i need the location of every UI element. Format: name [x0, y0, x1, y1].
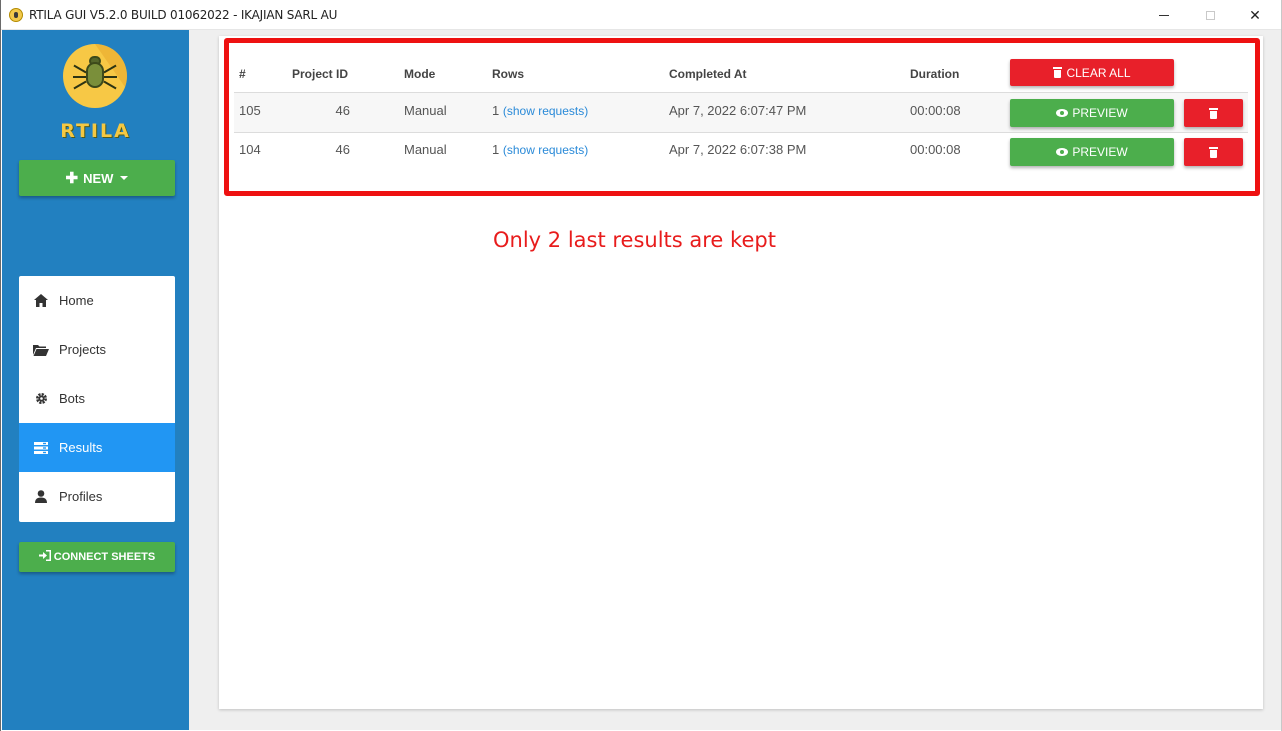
annotation-text: Only 2 last results are kept: [493, 228, 776, 252]
window-title: RTILA GUI V5.2.0 BUILD 01062022 - IKAJIA…: [29, 8, 338, 22]
user-icon: [33, 490, 49, 504]
sidebar-item-results[interactable]: Results: [19, 423, 175, 472]
maximize-icon: [1205, 10, 1215, 20]
highlight-box: [224, 38, 1260, 196]
sidebar-item-label: Home: [59, 293, 94, 308]
close-button[interactable]: ✕: [1232, 0, 1278, 30]
sidebar-item-label: Bots: [59, 391, 86, 406]
plus-icon: ✚: [65, 169, 79, 187]
spider-leg: [73, 80, 87, 90]
new-button-label: NEW: [83, 170, 114, 186]
sidebar-item-label: Profiles: [59, 489, 103, 504]
home-icon: [33, 294, 49, 308]
caret-down-icon: [120, 176, 129, 180]
connect-sheets-label: CONNECT SHEETS: [53, 551, 156, 563]
sidebar: RTILA ✚ NEW Home Projects Bots Results P…: [2, 30, 189, 730]
spider-leg: [73, 76, 87, 78]
results-icon: [33, 441, 49, 455]
spider-leg: [103, 64, 117, 74]
connect-sheets-button[interactable]: CONNECT SHEETS: [19, 542, 175, 572]
sign-in-icon: [38, 550, 51, 564]
logo-text: RTILA: [60, 120, 131, 142]
gear-icon: [33, 392, 49, 406]
sidebar-item-profiles[interactable]: Profiles: [19, 472, 175, 521]
sidebar-item-projects[interactable]: Projects: [19, 325, 175, 374]
spider-leg: [103, 76, 117, 78]
sidebar-item-label: Results: [59, 440, 103, 455]
title-bar: RTILA GUI V5.2.0 BUILD 01062022 - IKAJIA…: [1, 0, 1281, 30]
app-window: RTILA GUI V5.2.0 BUILD 01062022 - IKAJIA…: [0, 0, 1282, 731]
sidebar-item-label: Projects: [59, 342, 106, 357]
sidebar-item-home[interactable]: Home: [19, 276, 175, 325]
folder-open-icon: [33, 343, 49, 357]
minimize-button[interactable]: [1141, 0, 1187, 30]
spider-leg: [103, 80, 117, 90]
new-button[interactable]: ✚ NEW: [19, 160, 175, 196]
sidebar-item-bots[interactable]: Bots: [19, 374, 175, 423]
spider-leg: [73, 64, 87, 74]
spider-logo-icon: [63, 44, 127, 108]
minimize-icon: [1159, 14, 1169, 16]
close-icon: ✕: [1249, 6, 1261, 23]
sidebar-nav: Home Projects Bots Results Profiles: [19, 276, 175, 522]
spider-body: [86, 62, 104, 88]
app-logo-icon: [9, 8, 23, 22]
maximize-button[interactable]: [1187, 0, 1233, 30]
